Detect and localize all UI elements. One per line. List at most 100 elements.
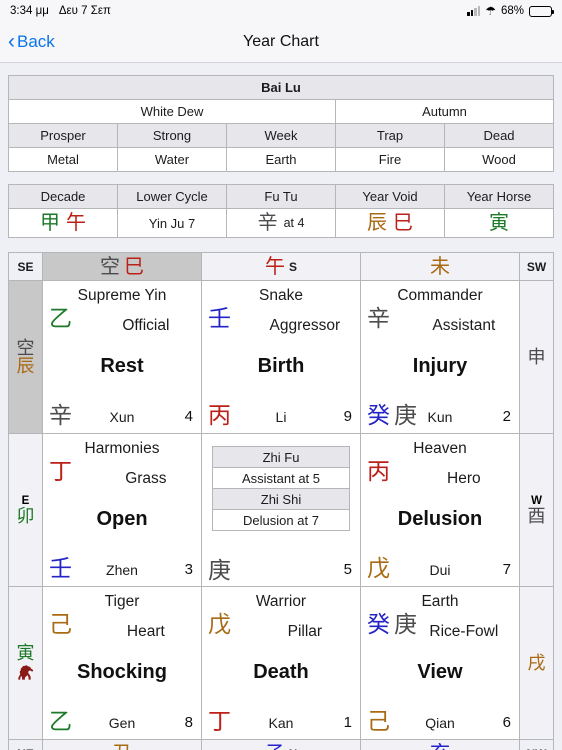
left-edge-ne: 寅 (8, 586, 43, 740)
palace-nw-star: Rice-Fowl (429, 623, 499, 640)
fu-tu-position: at 4 (283, 216, 305, 230)
season-name: Autumn (335, 99, 554, 124)
left-edge-se-cn2: 辰 (16, 356, 35, 376)
back-button[interactable]: ‹ Back (0, 29, 55, 53)
zhi-shi-label: Zhi Shi (212, 488, 350, 510)
value-trap: Fire (335, 147, 445, 172)
palace-w[interactable]: 丙 Heaven Hero Delusion 戊 Dui 7 (360, 433, 520, 587)
right-edge-nw: 戌 (519, 586, 554, 740)
palace-e-number: 3 (184, 561, 193, 578)
left-edge-e-cn: 卯 (16, 506, 35, 527)
palace-se[interactable]: 乙 Supreme Yin Official Rest 辛 Xun 4 (42, 280, 202, 434)
value-year-horse: 寅 (444, 208, 554, 238)
corner-nw: NW (519, 739, 554, 750)
col-header-lower-cycle: Lower Cycle (117, 184, 227, 209)
palace-center-number: 5 (343, 561, 352, 578)
palace-e[interactable]: 丁 Harmonies Grass Open 壬 Zhen 3 (42, 433, 202, 587)
palace-e-stem-top: 丁 (49, 458, 72, 484)
left-edge-e: E 卯 (8, 433, 43, 587)
zhi-fu-label: Zhi Fu (212, 446, 350, 468)
palace-s[interactable]: 壬 Snake Aggressor Birth 丙 Li 9 (201, 280, 361, 434)
top-edge-sw-cn: 未 (430, 255, 450, 278)
palace-ne-door: Shocking (76, 661, 167, 683)
battery-icon (529, 5, 555, 17)
col-header-year-void: Year Void (335, 184, 445, 209)
palace-ne[interactable]: 己 Tiger Heart Shocking 乙 Gen 8 (42, 586, 202, 740)
col-header-dead: Dead (444, 123, 554, 148)
solar-term-title: Bai Lu (8, 75, 554, 100)
palace-w-star: Hero (447, 470, 481, 487)
corner-sw: SW (519, 252, 554, 281)
palace-s-star: Aggressor (269, 317, 341, 334)
palace-s-trigram: Li (275, 409, 287, 425)
palace-e-door: Open (96, 508, 148, 530)
palace-s-number: 9 (343, 408, 352, 425)
solar-term-name: White Dew (8, 99, 336, 124)
zhi-fu-value: Assistant at 5 (212, 467, 350, 489)
status-date: Δευ 7 Σεπ (58, 5, 111, 17)
solar-term-panel: Bai Lu White Dew Autumn Prosper Strong W… (8, 75, 554, 172)
palace-sw-deity: Commander (397, 287, 483, 304)
palace-w-trigram: Dui (429, 562, 451, 578)
value-prosper: Metal (8, 147, 118, 172)
year-void-branch-1: 辰 (367, 212, 387, 234)
cycle-table: Decade Lower Cycle Fu Tu Year Void Year … (8, 184, 554, 238)
palace-nw-deity: Earth (421, 593, 459, 610)
chevron-left-icon: ‹ (8, 29, 15, 53)
top-edge-sw: 未 (360, 252, 520, 281)
value-lower-cycle: Yin Ju 7 (117, 208, 227, 238)
table-row: Delusion at 7 (212, 509, 350, 531)
palace-e-star: Grass (125, 470, 167, 487)
zhi-shi-value: Delusion at 7 (212, 509, 350, 531)
chart-grid: SE 空 巳 午 S 未 SW 空 辰 乙 Supreme Yin Offici… (8, 252, 554, 750)
bottom-edge-n-cn: 子 (265, 744, 285, 750)
table-row: 甲 午 Yin Ju 7 辛 at 4 辰 巳 寅 (8, 208, 554, 238)
value-dead: Wood (444, 147, 554, 172)
top-edge-se-cn2: 巳 (124, 255, 144, 278)
palace-center-stem-bottom: 庚 (208, 557, 231, 583)
cellular-signal-icon (467, 6, 481, 16)
palace-nw-trigram: Qian (425, 715, 455, 731)
palace-se-star: Official (122, 317, 170, 334)
palace-w-deity: Heaven (413, 440, 467, 457)
palace-n[interactable]: 戊 Warrior Pillar Death 丁 Kan 1 (201, 586, 361, 740)
left-edge-se-cn1: 空 (16, 338, 35, 358)
palace-n-star: Pillar (287, 623, 323, 640)
top-edge-se-cn1: 空 (100, 255, 120, 278)
right-edge-w: W 酉 (519, 433, 554, 587)
palace-e-deity: Harmonies (84, 440, 160, 457)
value-decade: 甲 午 (8, 208, 118, 238)
top-edge-s-cn: 午 (264, 255, 285, 278)
corner-se: SE (8, 252, 43, 281)
navigation-bar: ‹ Back Year Chart (0, 22, 562, 63)
bottom-edge-n: 子 N (201, 739, 361, 750)
palace-s-deity: Snake (259, 287, 303, 304)
palace-nw-number: 6 (502, 714, 511, 731)
top-edge-s-dir: S (288, 259, 297, 274)
status-time: 3:34 μμ (10, 5, 49, 17)
wifi-icon: ☂ (485, 4, 496, 18)
col-header-trap: Trap (335, 123, 445, 148)
value-year-void: 辰 巳 (335, 208, 445, 238)
palace-se-deity: Supreme Yin (77, 287, 167, 304)
page-title: Year Chart (243, 33, 319, 50)
center-info-table: Zhi Fu Assistant at 5 Zhi Shi Delusion a… (212, 446, 350, 531)
palace-sw-door: Injury (412, 355, 468, 377)
palace-n-stem-top: 戊 (208, 611, 231, 637)
palace-s-door: Birth (257, 355, 305, 377)
palace-center[interactable]: Zhi Fu Assistant at 5 Zhi Shi Delusion a… (201, 433, 361, 587)
palace-sw[interactable]: 辛 Commander Assistant Injury 癸 庚 Kun 2 (360, 280, 520, 434)
right-edge-sw: 申 (519, 280, 554, 434)
palace-nw-door: View (417, 661, 463, 683)
palace-nw[interactable]: 癸 庚 Earth Rice-Fowl View 己 Qian 6 (360, 586, 520, 740)
back-button-label: Back (17, 32, 55, 51)
table-row: Zhi Shi (212, 488, 350, 510)
col-header-week: Week (226, 123, 336, 148)
fu-tu-stem: 辛 (257, 212, 278, 234)
year-horse-branch: 寅 (489, 212, 509, 234)
value-fu-tu: 辛 at 4 (226, 208, 336, 238)
bottom-edge-ne: 丑 (42, 739, 202, 750)
left-edge-se: 空 辰 (8, 280, 43, 434)
table-row: Prosper Strong Week Trap Dead (8, 123, 554, 148)
palace-ne-number: 8 (184, 714, 193, 731)
